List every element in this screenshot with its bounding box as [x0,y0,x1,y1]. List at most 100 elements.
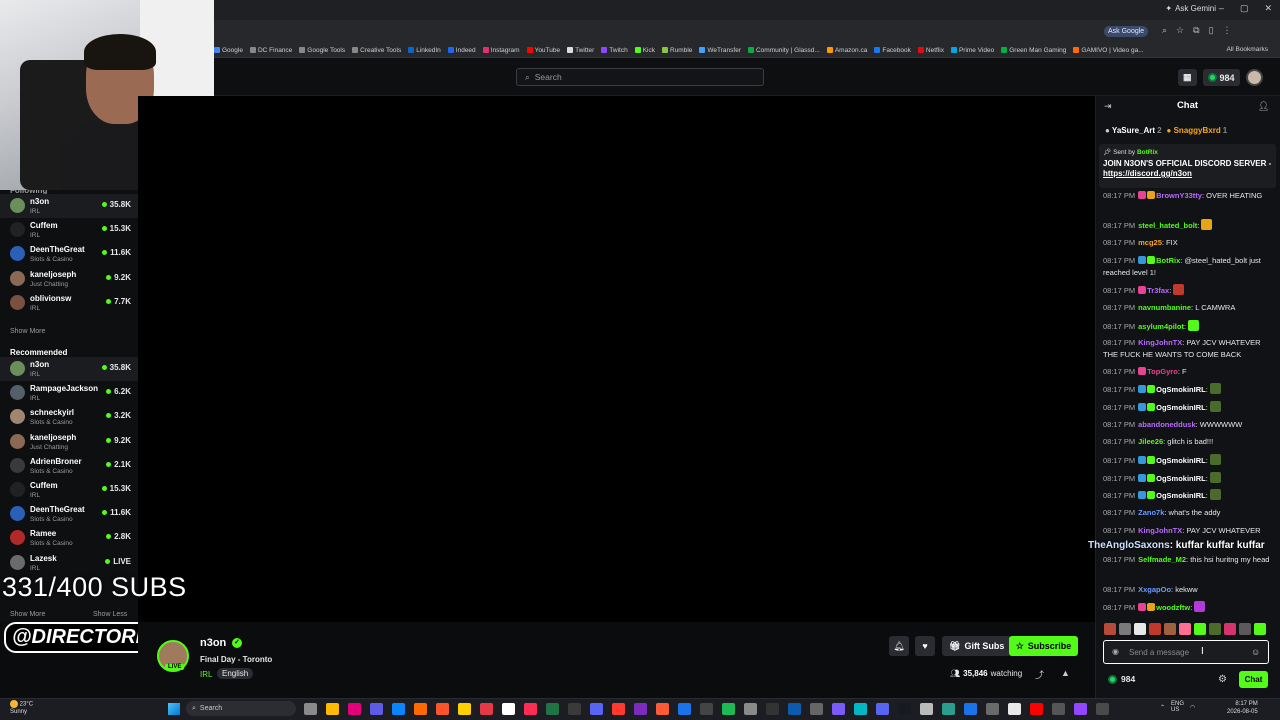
chat-message[interactable]: 08:17 PM OgSmokinIRL: [1103,401,1271,414]
message-username[interactable]: woodzftw [1156,603,1190,612]
message-username[interactable]: TopGyro [1147,367,1178,376]
message-username[interactable]: OgSmokinIRL [1156,456,1206,465]
chat-message[interactable]: 08:17 PM abandoneddusk: WWWWWW [1103,419,1271,431]
show-less-recommended[interactable]: Show Less [93,611,127,618]
gear-icon[interactable]: ⚙ [1218,674,1227,685]
chat-message[interactable]: 08:17 PM OgSmokinIRL: [1103,383,1271,396]
bookmark-item[interactable]: Twitch [601,47,628,54]
sidebar-channel-deenthegreat[interactable]: DeenTheGreat Slots & Casino 11.6K [0,242,138,266]
message-username[interactable]: BotRix [1156,256,1180,265]
chat-message[interactable]: 08:17 PM OgSmokinIRL: [1103,472,1271,485]
bookmark-item[interactable]: Green Man Gaming [1001,47,1066,54]
bookmark-item[interactable]: GAMIVO | Video ga... [1073,47,1144,54]
zoom-icon[interactable]: ⌕ [1162,25,1167,36]
taskbar-app-icon[interactable] [832,703,845,715]
chat-message[interactable]: 08:17 PM Tr3fax: [1103,284,1271,297]
chat-message[interactable]: 08:17 PM Selfmade_M2: this hsi huritng my… [1103,554,1271,566]
sidebar-channel-kaneljoseph[interactable]: kaneljoseph Just Chatting 9.2K [0,267,138,291]
emote-icon[interactable] [1164,623,1176,635]
chat-message[interactable]: 08:17 PM OgSmokinIRL: [1103,489,1271,502]
sidebar-channel-n3on[interactable]: n3on IRL 35.8K [0,194,138,218]
taskbar-app-icon[interactable] [656,703,669,715]
emote-icon[interactable] [1239,623,1251,635]
taskbar-app-icon[interactable] [986,703,999,715]
share-icon[interactable]: ⤴ [1035,668,1044,681]
menu-icon[interactable]: ⋮ [1223,25,1232,36]
taskbar-app-icon[interactable] [964,703,977,715]
emote-icon[interactable] [1254,623,1266,635]
taskbar-app-icon[interactable] [1052,703,1065,715]
taskbar-app-icon[interactable] [326,703,339,715]
taskbar-app-icon[interactable] [480,703,493,715]
bookmark-item[interactable]: Kick [634,47,655,54]
gift-subs-button[interactable]: 🎁︎ Gift Subs [942,636,1012,656]
bookmark-item[interactable]: Rumble [661,47,692,54]
emote-icon[interactable] [1209,623,1221,635]
all-bookmarks-button[interactable]: All Bookmarks [1226,46,1268,53]
chat-message-input[interactable]: Send a message [1103,640,1269,664]
bookmark-star-icon[interactable]: ☆ [1176,25,1184,36]
bookmark-item[interactable]: Amazon.ca [826,47,867,54]
message-username[interactable]: XxgapOo [1138,585,1171,594]
taskbar-app-icon[interactable] [876,703,889,715]
taskbar-app-icon[interactable] [678,703,691,715]
emote-icon[interactable] [1104,623,1116,635]
emote-icon[interactable] [1119,623,1131,635]
wifi-icon[interactable]: ◠ [1190,704,1195,711]
category-link[interactable]: IRL [200,670,212,679]
sidebar-channel-adrienbroner[interactable]: AdrienBroner Slots & Casino 2.1K [0,454,138,478]
taskbar-search[interactable]: ⌕ Search [186,701,296,716]
chat-message[interactable]: 08:17 PM steel_hated_bolt: [1103,219,1271,232]
chat-users-icon[interactable]: 👤︎ [1258,101,1269,112]
bookmark-item[interactable]: Netflix [917,47,944,54]
chat-message[interactable]: 08:17 PM KingJohnTX: PAY JCV WHATEVER [1103,525,1271,537]
chat-message[interactable]: 08:17 PM Jilee26: glitch is bad!!! [1103,436,1271,448]
message-username[interactable]: OgSmokinIRL [1156,385,1206,394]
discord-link[interactable]: https://discord.gg/n3on [1103,169,1192,178]
chat-message[interactable]: 08:17 PM XxgapOo: kekww [1103,584,1271,596]
taskbar-app-icon[interactable] [744,703,757,715]
taskbar-app-icon[interactable] [590,703,603,715]
sidebar-channel-n3on[interactable]: n3on IRL 35.8K [0,357,138,381]
taskbar-app-icon[interactable] [458,703,471,715]
taskbar-app-icon[interactable] [1074,703,1087,715]
bookmark-item[interactable]: Prime Video [950,47,994,54]
taskbar-app-icon[interactable] [502,703,515,715]
message-username[interactable]: Zano7k [1138,508,1164,517]
smiley-icon[interactable]: ☺ [1251,647,1260,657]
sidebar-channel-rampagejackson[interactable]: RampageJackson IRL 6.2K [0,381,138,405]
emote-icon[interactable] [1194,623,1206,635]
bookmark-item[interactable]: Google Tools [299,47,345,54]
chat-send-button[interactable]: Chat [1239,671,1268,688]
emote-icon[interactable] [1134,623,1146,635]
taskbar-app-icon[interactable] [436,703,449,715]
message-username[interactable]: abandoneddusk [1138,420,1196,429]
message-username[interactable]: mcg25 [1138,238,1162,247]
message-username[interactable]: OgSmokinIRL [1156,474,1206,483]
weather-widget[interactable]: 23°C Sunny [10,700,33,716]
taskbar-app-icon[interactable] [546,703,559,715]
channel-name[interactable]: n3on [200,637,226,649]
taskbar-app-icon[interactable] [634,703,647,715]
search-input[interactable]: ⌕ Search [516,68,764,86]
sidebar-channel-schneckyirl[interactable]: schneckyirl Slots & Casino 3.2K [0,405,138,429]
sidebar-channel-oblivionsw[interactable]: oblivionsw IRL 7.7K [0,291,138,315]
bookmark-item[interactable]: WeTransfer [699,47,741,54]
taskbar-app-icon[interactable] [1030,703,1043,715]
extensions-icon[interactable]: ⧉ [1193,25,1199,36]
bookmark-item[interactable]: Indeed [447,47,476,54]
message-username[interactable]: OgSmokinIRL [1156,403,1206,412]
bookmark-item[interactable]: Instagram [482,47,520,54]
chat-message[interactable]: 08:17 PM OgSmokinIRL: [1103,454,1271,467]
sidebar-channel-lazesk[interactable]: Lazesk IRL LIVE [0,551,138,575]
notification-bell-button[interactable]: 🔔︎ [889,636,909,656]
sidepanel-icon[interactable]: ▯ [1209,25,1214,36]
bookmark-item[interactable]: Google [214,47,243,54]
follow-heart-button[interactable]: ♥ [915,636,935,656]
taskbar-app-icon[interactable] [766,703,779,715]
taskbar-app-icon[interactable] [788,703,801,715]
bookmark-item[interactable]: Facebook [874,47,911,54]
sidebar-channel-deenthegreat[interactable]: DeenTheGreat Slots & Casino 11.6K [0,502,138,526]
minimize-icon[interactable]: – [1219,3,1224,14]
taskbar-app-icon[interactable] [942,703,955,715]
